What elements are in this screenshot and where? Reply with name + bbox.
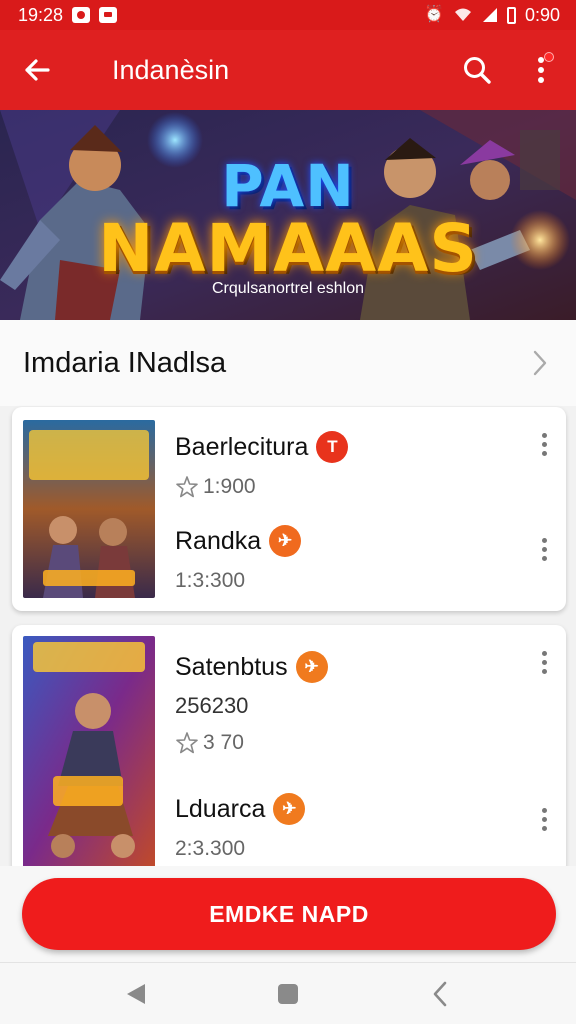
nav-home-button[interactable]	[263, 969, 313, 1019]
signal-icon	[482, 8, 497, 22]
chevron-right-icon	[533, 350, 547, 376]
item-more-button[interactable]	[540, 808, 548, 831]
search-button[interactable]	[448, 30, 506, 110]
status-bar: 19:28 ⏰ 0:90	[0, 0, 576, 30]
alarm-icon: ⏰	[424, 6, 444, 23]
item-count: 1:3:300	[175, 569, 246, 592]
status-battery-text: 0:90	[524, 4, 560, 25]
more-vertical-icon	[538, 57, 544, 83]
nav-recent-button[interactable]	[415, 969, 465, 1019]
status-time: 19:28	[18, 4, 64, 25]
notification-dot	[544, 52, 554, 62]
game-card-1[interactable]: Baerlecitura T 1:900 Randka ✈ 1:3:300	[12, 407, 566, 611]
star-icon	[176, 732, 198, 754]
item-meta: 1:3:300	[175, 569, 556, 593]
item-name: Randka	[175, 526, 262, 555]
app-title: Indanèsin	[112, 54, 230, 85]
item-rating: 1:900	[203, 475, 256, 498]
item-name: Baerlecitura	[175, 432, 309, 461]
item-more-button[interactable]	[540, 651, 548, 674]
game-cover-art-2	[23, 636, 155, 868]
game-cover-art-1	[23, 420, 155, 598]
item-name-row: Baerlecitura T	[175, 431, 556, 463]
item-name-row: Satenbtus ✈	[175, 651, 556, 683]
item-name: Satenbtus	[175, 652, 288, 681]
search-icon	[464, 57, 491, 84]
system-nav-bar	[0, 962, 576, 1024]
app-bar: Indanèsin	[0, 30, 576, 110]
back-button[interactable]	[0, 30, 74, 110]
item-extra: 256230	[175, 693, 249, 718]
item-count: 2:3.300	[175, 837, 246, 860]
status-right: ⏰ 0:90	[424, 5, 560, 26]
item-meta: 2:3.300	[175, 837, 556, 861]
banner-title-line2: NAMAAAS	[98, 210, 478, 287]
section-arrow-button[interactable]	[532, 349, 548, 377]
section-header[interactable]: Imdaria INadlsa	[0, 320, 576, 406]
item-name-row: Randka ✈	[175, 525, 556, 557]
star-icon	[176, 476, 198, 498]
list-item[interactable]: Baerlecitura T 1:900	[175, 431, 556, 499]
nav-home-icon	[278, 983, 298, 1004]
item-name: Lduarca	[175, 794, 266, 823]
notification-icon	[72, 7, 91, 23]
item-more-button[interactable]	[540, 433, 548, 456]
item-meta: 3 70	[175, 731, 556, 755]
back-arrow-icon	[25, 59, 50, 81]
game-card-2[interactable]: Satenbtus ✈ 256230 3 70 Lduarca ✈ 2:3.30…	[12, 625, 566, 875]
item-rating: 3 70	[203, 731, 244, 754]
status-left: 19:28	[18, 4, 118, 26]
section-title: Imdaria INadlsa	[23, 346, 227, 379]
list-item[interactable]: Satenbtus ✈ 256230 3 70	[175, 651, 556, 755]
more-button[interactable]	[506, 30, 576, 110]
nav-back-button[interactable]	[111, 969, 161, 1019]
wifi-icon	[454, 8, 471, 21]
primary-cta-button[interactable]: EMDKE NAPD	[22, 878, 556, 950]
nav-recent-icon	[433, 981, 447, 1006]
item-badge-icon: ✈	[295, 651, 328, 683]
list-item[interactable]: Randka ✈ 1:3:300	[175, 525, 556, 593]
battery-icon	[506, 6, 516, 24]
promo-banner[interactable]: PAN NAMAAAS Crqulsanortrel eshlon	[0, 110, 576, 320]
item-badge-icon: ✈	[269, 525, 302, 557]
item-badge-icon: T	[316, 431, 349, 463]
item-name-row: Lduarca ✈	[175, 793, 556, 825]
banner-subtitle: Crqulsanortrel eshlon	[211, 280, 365, 297]
item-badge-icon: ✈	[273, 793, 306, 825]
nav-back-icon	[127, 983, 145, 1004]
mail-icon	[99, 7, 118, 23]
item-meta: 1:900	[175, 475, 556, 499]
item-more-button[interactable]	[540, 538, 548, 561]
list-item[interactable]: Lduarca ✈ 2:3.300	[175, 793, 556, 861]
